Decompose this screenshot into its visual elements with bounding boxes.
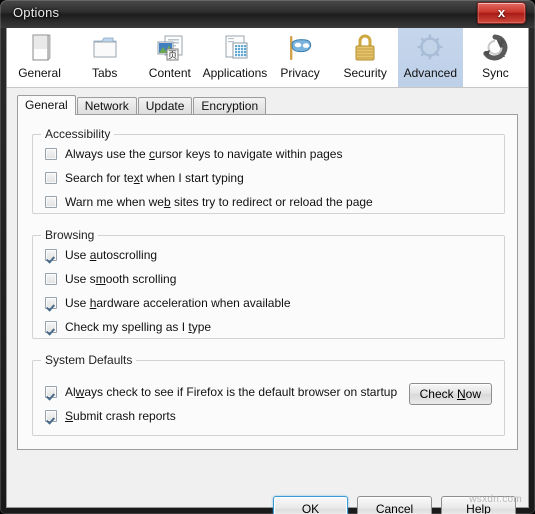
check-now-button[interactable]: Check Now xyxy=(408,383,492,405)
checkbox-label: Search for text when I start typing xyxy=(65,171,244,185)
checkbox-row-cursor-keys[interactable]: Always use the cursor keys to navigate w… xyxy=(45,145,342,163)
window-title: Options xyxy=(13,5,60,20)
checkbox-label: Use smooth scrolling xyxy=(65,272,177,286)
checkbox-row-autoscrolling[interactable]: Use autoscrolling xyxy=(45,246,157,264)
checkbox-label: Always use the cursor keys to navigate w… xyxy=(65,147,343,161)
checkbox-smooth-scrolling[interactable] xyxy=(45,273,57,285)
checkbox-label: Check my spelling as I type xyxy=(65,320,212,334)
checkbox-warn-redirect[interactable] xyxy=(45,196,57,208)
watermark: wsxdn.com xyxy=(469,494,522,505)
title-bar[interactable]: Options x xyxy=(0,0,535,28)
svg-text:页: 页 xyxy=(168,50,177,61)
checkbox-default-browser-check[interactable] xyxy=(45,386,57,398)
checkbox-label: Use autoscrolling xyxy=(65,248,158,262)
checkbox-row-default-browser-check[interactable]: Always check to see if Firefox is the de… xyxy=(45,383,397,401)
close-button[interactable]: x xyxy=(477,2,526,24)
tab-network[interactable]: Network xyxy=(76,97,137,115)
toolbar-item-label: Tabs xyxy=(92,66,118,80)
sub-tab-strip: General Network Update Encryption xyxy=(17,95,517,115)
checkbox-row-warn-redirect[interactable]: Warn me when web sites try to redirect o… xyxy=(45,193,373,211)
close-icon: x xyxy=(497,5,506,20)
checkbox-row-hardware-acceleration[interactable]: Use hardware acceleration when available xyxy=(45,294,291,312)
toolbar-item-label: Privacy xyxy=(280,66,320,80)
general-tab-panel: Accessibility Always use the cursor keys… xyxy=(17,114,518,450)
toolbar-item-security[interactable]: Security xyxy=(333,28,398,87)
toolbar-item-label: General xyxy=(18,66,61,80)
checkbox-submit-crash-reports[interactable] xyxy=(45,410,57,422)
toolbar-item-general[interactable]: General xyxy=(7,28,72,87)
toolbar-item-tabs[interactable]: Tabs xyxy=(72,28,137,87)
accessibility-group-title: Accessibility xyxy=(41,127,115,141)
checkbox-row-submit-crash-reports[interactable]: Submit crash reports xyxy=(45,407,176,425)
folder-tabs-icon xyxy=(89,32,121,64)
checkbox-spellcheck[interactable] xyxy=(45,321,57,333)
ok-button[interactable]: OK xyxy=(273,496,348,514)
toolbar-item-label: Sync xyxy=(482,66,509,80)
toolbar-item-label: Content xyxy=(148,66,191,80)
browsing-group-title: Browsing xyxy=(41,228,99,242)
browsing-group: Browsing Use autoscrolling Use smooth sc… xyxy=(32,228,505,339)
accessibility-group: Accessibility Always use the cursor keys… xyxy=(32,127,505,214)
options-window: Options x General Tabs 页 Content Applica… xyxy=(0,0,535,514)
toolbar-item-content[interactable]: 页 Content xyxy=(137,28,202,87)
tab-general[interactable]: General xyxy=(17,95,76,115)
check-now-label: Check Now xyxy=(419,387,481,401)
toolbar-item-sync[interactable]: Sync xyxy=(463,28,528,87)
checkbox-row-smooth-scrolling[interactable]: Use smooth scrolling xyxy=(45,270,176,288)
checkbox-label: Warn me when web sites try to redirect o… xyxy=(65,195,373,209)
tab-encryption[interactable]: Encryption xyxy=(193,97,267,115)
cancel-button[interactable]: Cancel xyxy=(357,496,432,514)
toolbar-item-label: Security xyxy=(343,66,387,80)
ok-button-label: OK xyxy=(301,501,320,514)
system-defaults-group-title: System Defaults xyxy=(41,353,137,367)
cancel-button-label: Cancel xyxy=(375,501,414,514)
gear-icon xyxy=(414,32,446,64)
dialog-client-area: General Tabs 页 Content Applications Priv… xyxy=(6,28,529,514)
checkbox-row-spellcheck[interactable]: Check my spelling as I type xyxy=(45,318,211,336)
checkbox-label: Submit crash reports xyxy=(65,409,176,423)
checkbox-search-for-text[interactable] xyxy=(45,172,57,184)
content-page-icon: 页 xyxy=(154,32,186,64)
checkbox-hardware-acceleration[interactable] xyxy=(45,297,57,309)
toolbar-item-label: Applications xyxy=(202,66,268,80)
toolbar-item-privacy[interactable]: Privacy xyxy=(268,28,333,87)
sync-arrows-icon xyxy=(479,32,511,64)
toolbar-item-applications[interactable]: Applications xyxy=(202,28,267,87)
applications-icon xyxy=(219,32,251,64)
checkbox-cursor-keys[interactable] xyxy=(45,148,57,160)
tab-update[interactable]: Update xyxy=(137,97,193,115)
mask-icon xyxy=(284,32,316,64)
checkbox-label: Use hardware acceleration when available xyxy=(65,296,291,310)
system-defaults-group: System Defaults Always check to see if F… xyxy=(32,353,505,436)
document-page-icon xyxy=(24,32,56,64)
checkbox-autoscrolling[interactable] xyxy=(45,249,57,261)
options-toolbar: General Tabs 页 Content Applications Priv… xyxy=(7,28,528,88)
checkbox-row-search-for-text[interactable]: Search for text when I start typing xyxy=(45,169,244,187)
toolbar-item-label: Advanced xyxy=(403,66,457,80)
checkbox-label: Always check to see if Firefox is the de… xyxy=(65,385,398,399)
toolbar-item-advanced[interactable]: Advanced xyxy=(397,28,463,87)
padlock-icon xyxy=(349,32,381,64)
